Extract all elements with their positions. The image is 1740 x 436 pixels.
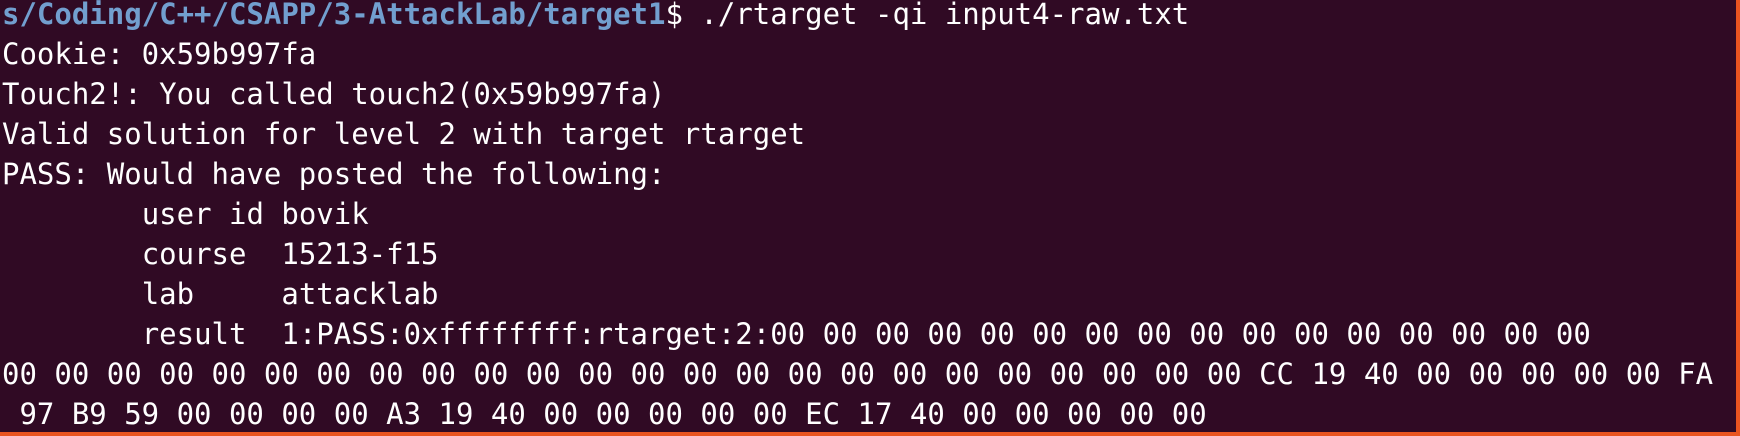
output-line-course: course 15213-f15 <box>2 237 439 271</box>
output-line-touch2: Touch2!: You called touch2(0x59b997fa) <box>2 77 666 111</box>
terminal-window[interactable]: s/Coding/C++/CSAPP/3-AttackLab/target1$ … <box>0 0 1740 436</box>
prompt-line: s/Coding/C++/CSAPP/3-AttackLab/target1$ … <box>2 0 1736 34</box>
prompt-symbol: $ <box>665 0 683 31</box>
output-line-cookie: Cookie: 0x59b997fa <box>2 37 317 71</box>
output-line-result: result 1:PASS:0xffffffff:rtarget:2:00 00… <box>2 317 1591 351</box>
output-line-pass: PASS: Would have posted the following: <box>2 157 666 191</box>
output-line-lab: lab attacklab <box>2 277 439 311</box>
output-line-hex-1: 00 00 00 00 00 00 00 00 00 00 00 00 00 0… <box>2 357 1714 391</box>
prompt-path: s/Coding/C++/CSAPP/3-AttackLab/target1 <box>2 0 666 31</box>
prompt-command: ./rtarget -qi input4-raw.txt <box>682 0 1190 31</box>
output-line-hex-2: 97 B9 59 00 00 00 00 A3 19 40 00 00 00 0… <box>2 397 1207 431</box>
output-line-valid: Valid solution for level 2 with target r… <box>2 117 806 151</box>
output-line-userid: user id bovik <box>2 197 369 231</box>
